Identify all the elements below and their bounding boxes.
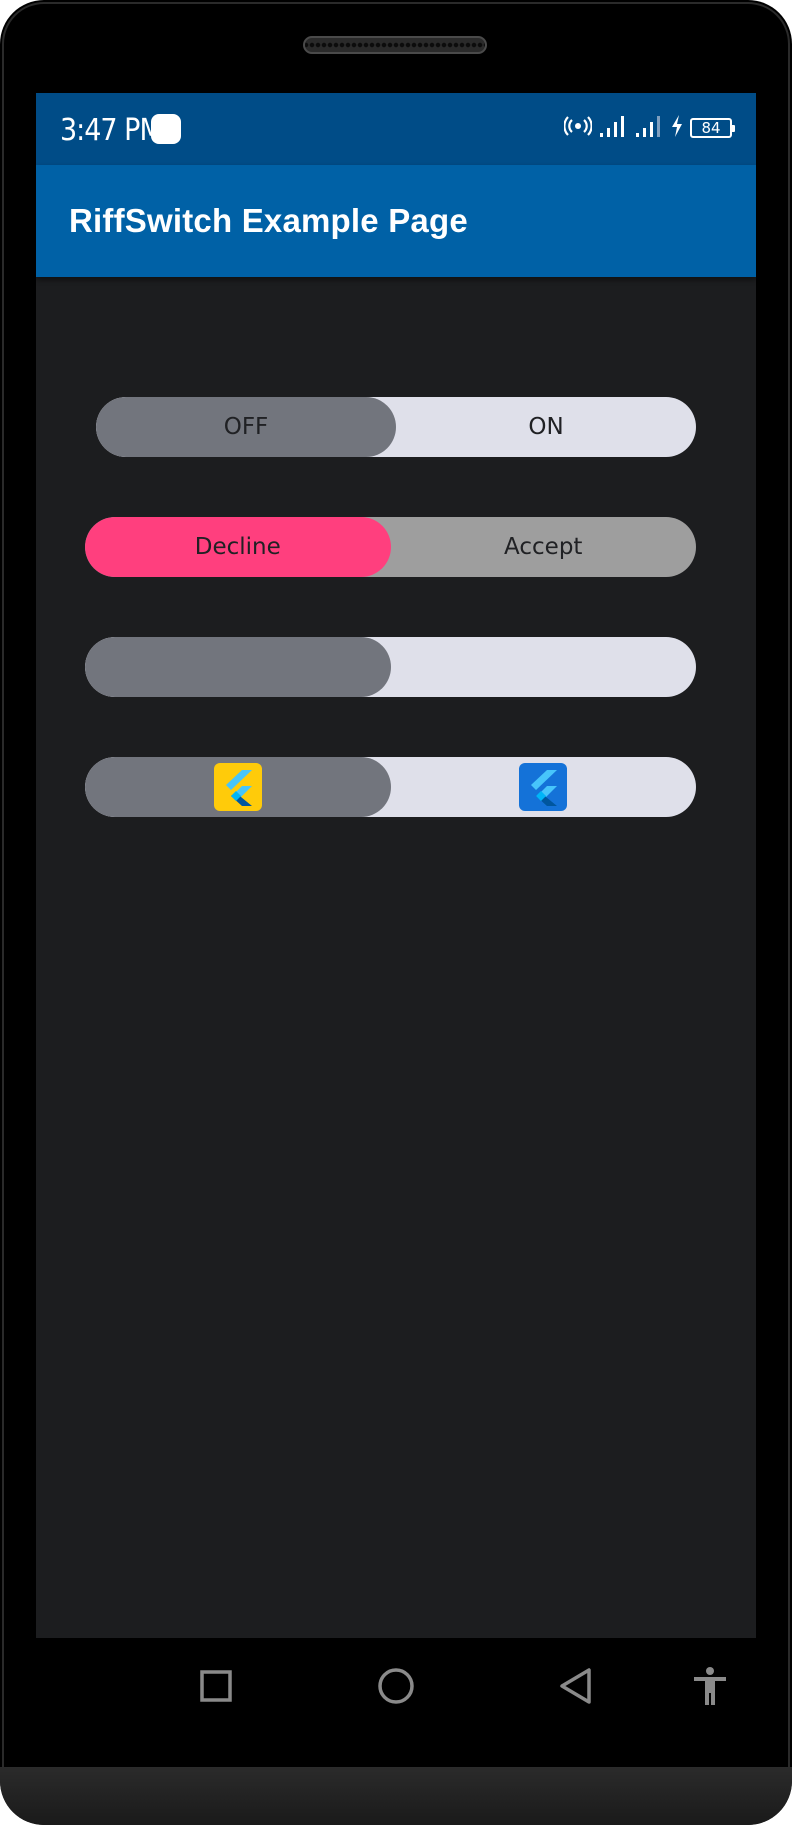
phone-frame: 3:47 PM 84 RiffSwitch Example Page OFF O… [0,0,792,1825]
decline-accept-switch[interactable]: Decline Accept [85,517,696,577]
accessibility-icon[interactable] [688,1664,732,1708]
navigation-bar [36,1638,756,1734]
flutter-logo-icon [213,763,262,811]
battery-level: 84 [701,119,721,137]
phone-chin [0,1767,792,1825]
phone-screen: 3:47 PM 84 RiffSwitch Example Page OFF O… [36,93,756,1638]
status-icons: 84 [563,113,735,143]
hotspot-icon [563,114,593,143]
switch-option-decline[interactable]: Decline [85,517,391,577]
back-icon[interactable] [554,1664,598,1708]
flutter-logo-icon [519,763,568,811]
charging-icon [670,114,684,143]
battery-icon: 84 [690,118,735,138]
signal-icon [634,114,664,143]
app-bar: RiffSwitch Example Page [36,165,756,277]
earpiece-speaker [303,36,487,54]
switch-option-off[interactable]: OFF [96,397,396,457]
home-icon[interactable] [374,1664,418,1708]
switch-option-right[interactable] [391,757,697,817]
off-on-switch[interactable]: OFF ON [96,397,696,457]
status-bar: 3:47 PM 84 [36,93,756,165]
switch-option-left[interactable] [85,637,391,697]
switch-option-right[interactable] [391,637,697,697]
notification-app-icon [151,114,181,144]
signal-icon [598,114,628,143]
switch-option-on[interactable]: ON [396,397,696,457]
recents-icon[interactable] [194,1664,238,1708]
page-title: RiffSwitch Example Page [69,202,468,239]
switch-option-accept[interactable]: Accept [391,517,697,577]
icon-switch[interactable] [85,757,696,817]
plain-switch[interactable] [85,637,696,697]
status-time: 3:47 PM [60,113,163,148]
switch-option-left[interactable] [85,757,391,817]
